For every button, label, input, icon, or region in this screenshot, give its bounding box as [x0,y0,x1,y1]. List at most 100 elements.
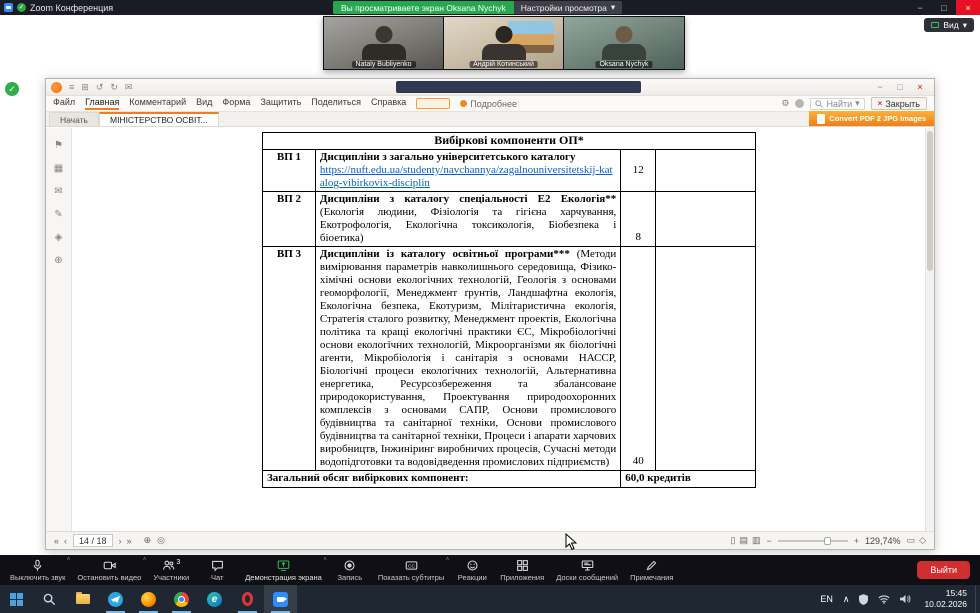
account-avatar[interactable] [795,99,805,108]
page-indicator[interactable]: 14 / 18 [73,534,113,547]
zoom-slider[interactable] [777,536,848,545]
more-button[interactable]: Подробнее [460,99,517,109]
pdf-close-button[interactable]: × [911,82,929,92]
telegram-app-button[interactable] [99,585,132,613]
participants-button[interactable]: 3 Участники [147,555,195,585]
vertical-scrollbar[interactable] [925,128,934,531]
document-tab-2[interactable]: МІНІСТЕРСТВО ОСВІТ... [98,112,219,126]
menu-item-3[interactable]: Комментарий [129,97,186,110]
minimize-button[interactable]: − [908,0,932,15]
volume-icon[interactable] [895,585,916,613]
zoom-out-button[interactable]: − [767,536,772,546]
single-page-view-icon[interactable]: ▯ [731,535,736,546]
bookmark-icon[interactable]: ⚑ [54,140,63,151]
comments-icon[interactable]: ✉ [54,186,62,197]
taskbar-clock[interactable]: 15:45 10.02.2026 [916,588,975,609]
start-button[interactable] [0,585,33,613]
record-button[interactable]: Запись [328,555,372,585]
captions-button[interactable]: CC ˄ Показать субтитры [372,555,450,585]
control-label: Демонстрация экрана [245,573,322,582]
close-button[interactable]: × [956,0,980,15]
prev-page-icon[interactable]: ‹ [64,536,67,546]
chevron-up-icon[interactable]: ˄ [323,557,327,563]
leave-meeting-button[interactable]: Выйти [917,561,970,579]
last-page-icon[interactable]: » [127,536,132,546]
menu-item-5[interactable]: Форма [222,97,250,110]
pan-tool-icon[interactable]: ⊕ [144,535,152,546]
viewing-banner-text: Вы просматриваете экран Oksana Nychyk [333,1,514,14]
menu-item-6[interactable]: Защитить [260,97,301,110]
whiteboards-button[interactable]: Доски сообщений [550,555,624,585]
row-credits: 40 [620,246,657,471]
control-label: Чат [210,573,224,582]
shield-icon[interactable] [854,585,873,613]
pdf-restore-button[interactable]: □ [891,82,909,92]
menu-icon[interactable]: ≡ [69,82,74,93]
participant-tile[interactable]: Oksana Nychyk [564,17,684,69]
apps-button[interactable]: Приложения [494,555,550,585]
fit-page-icon[interactable]: ◇ [919,535,926,546]
zoom-app-button[interactable] [264,585,297,613]
total-label: Загальний обсяг вибіркових компонент: [261,470,622,488]
menu-item-7[interactable]: Поделиться [311,97,361,110]
menu-item-2[interactable]: Главная [85,97,120,110]
continuous-view-icon[interactable]: ▤ [739,535,748,546]
undo-icon[interactable]: ↺ [96,82,104,93]
scrollbar-thumb[interactable] [927,131,933,271]
fit-width-icon[interactable]: ▭ [907,535,916,546]
menu-item-4[interactable]: Вид [196,97,212,110]
email-icon[interactable]: ✉ [125,82,133,93]
mute-button[interactable]: ˄ Выключить звук [4,555,71,585]
redo-icon[interactable]: ↻ [110,82,118,93]
menu-item-8[interactable]: Справка [371,97,406,110]
firefox-app-button[interactable] [132,585,165,613]
participants-video-strip[interactable]: Nataly Bubliyenko Андрій Котинський Oksana… [323,16,685,70]
antivirus-icon[interactable]: ✓ [5,82,19,96]
thumbnails-icon[interactable]: ▦ [54,163,63,174]
search-app-button[interactable] [33,585,66,613]
menu-item-1[interactable]: Файл [53,97,75,110]
view-options-dropdown[interactable]: Настройки просмотра ▾ [513,1,623,14]
edge-app-button[interactable]: e [198,585,231,613]
chrome-app-button[interactable] [165,585,198,613]
explorer-app-button[interactable] [66,585,99,613]
search-input[interactable]: Найти ▾ [810,97,865,110]
zoom-in-button[interactable]: + [854,536,859,546]
first-page-icon[interactable]: « [54,536,59,546]
board-icon [581,558,594,572]
view-button[interactable]: Вид ▾ [924,18,974,32]
convert-pdf-button[interactable]: Convert PDF 2 JPG Images [809,111,934,126]
document-canvas[interactable]: Вибіркові компоненти ОП* ВП 1 Дисципліни … [72,128,934,531]
chevron-up-icon[interactable]: ˄ [143,557,147,563]
notification-center-button[interactable] [975,585,980,613]
facing-view-icon[interactable]: ▥ [752,535,761,546]
zoom-slider-knob[interactable] [823,536,831,545]
language-indicator[interactable]: EN [815,585,838,613]
layers-icon[interactable]: ◈ [55,232,63,243]
signature-icon[interactable]: ✎ [54,209,62,220]
select-tool-icon[interactable]: ◎ [157,535,165,546]
catalog-link[interactable]: https://nuft.edu.ua/studenty/navchannya/… [320,164,613,189]
pdf-quick-icons: ≡ ⊞ ↺ ↻ ✉ [69,82,132,93]
reactions-button[interactable]: Реакции [450,555,494,585]
network-icon[interactable] [873,585,895,613]
notes-button[interactable]: Примечания [624,555,679,585]
gear-icon[interactable]: ⚙ [781,98,789,109]
banner-close-button[interactable]: × Закрыть [870,97,927,110]
document-tab-1[interactable]: Начать [49,112,99,126]
participant-tile[interactable]: Андрій Котинський [444,17,564,69]
hidden-icons-chevron[interactable]: ∧ [838,585,855,613]
attachments-icon[interactable]: ⊕ [54,255,62,266]
save-icon[interactable]: ⊞ [81,82,89,93]
stop-video-button[interactable]: ˄ Остановить видео [71,555,147,585]
chat-button[interactable]: Чат [195,555,239,585]
share-screen-button[interactable]: ˄ Демонстрация экрана [239,555,328,585]
participant-tile[interactable]: Nataly Bubliyenko [324,17,444,69]
pdf-titlebar: ≡ ⊞ ↺ ↻ ✉ − □ × [46,79,934,96]
opera-app-button[interactable] [231,585,264,613]
chevron-up-icon[interactable]: ˄ [446,557,450,563]
next-page-icon[interactable]: › [119,536,122,546]
chevron-up-icon[interactable]: ˄ [67,557,71,563]
maximize-button[interactable]: □ [932,0,956,15]
pdf-minimize-button[interactable]: − [871,82,889,92]
